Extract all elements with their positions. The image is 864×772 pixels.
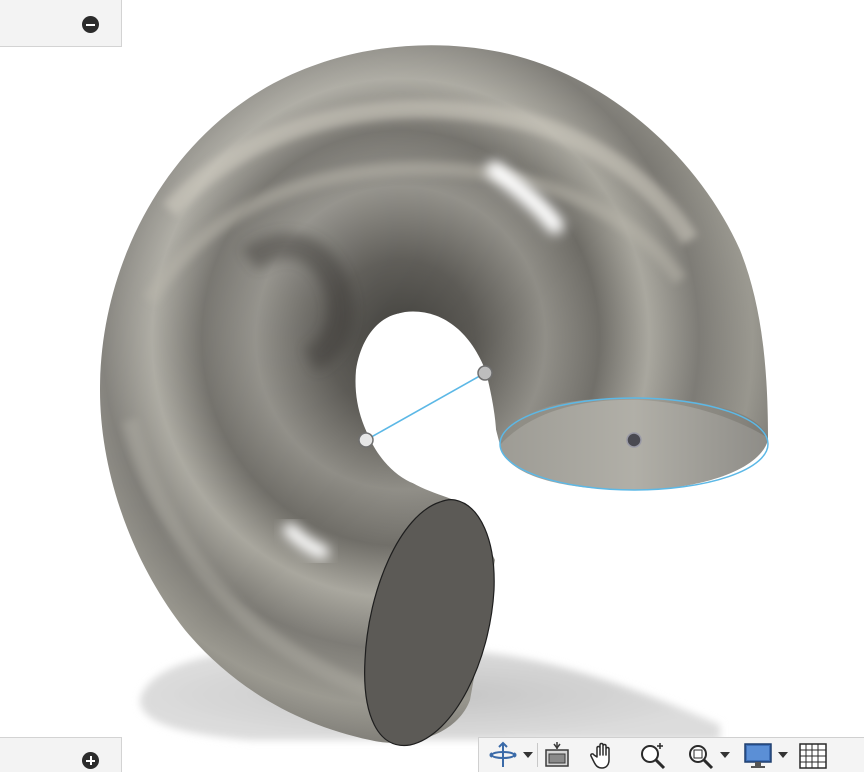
axis-endpoint-upper[interactable] bbox=[477, 365, 493, 381]
zoom-icon bbox=[641, 743, 666, 770]
look-at-tool-button[interactable] bbox=[542, 739, 572, 772]
fit-tool-button[interactable] bbox=[686, 739, 730, 772]
orbit-icon bbox=[489, 741, 517, 767]
display-monitor-icon bbox=[744, 743, 772, 768]
fit-menu-caret[interactable] bbox=[720, 752, 730, 758]
profile-center-point[interactable] bbox=[626, 432, 642, 448]
orbit-menu-caret[interactable] bbox=[523, 752, 533, 758]
grid-settings-button[interactable] bbox=[798, 739, 828, 772]
look-at-icon bbox=[545, 742, 569, 767]
canvas-viewport[interactable] bbox=[0, 0, 864, 772]
top-left-panel bbox=[0, 0, 122, 47]
navigation-toolbar bbox=[478, 737, 864, 772]
orbit-tool-button[interactable] bbox=[487, 739, 533, 772]
pan-tool-button[interactable] bbox=[588, 739, 618, 772]
plus-circle-icon[interactable] bbox=[82, 752, 99, 769]
bottom-left-panel bbox=[0, 737, 122, 772]
display-settings-button[interactable] bbox=[742, 739, 788, 772]
toolbar-separator bbox=[537, 743, 538, 767]
grid-icon bbox=[799, 743, 827, 769]
minus-circle-icon[interactable] bbox=[82, 16, 99, 33]
plus-glyph-v bbox=[89, 756, 92, 765]
zoom-window-icon bbox=[689, 745, 714, 770]
pan-hand-icon bbox=[590, 742, 610, 769]
model-scene[interactable] bbox=[0, 0, 864, 772]
zoom-tool-button[interactable] bbox=[638, 739, 668, 772]
axis-endpoint-lower[interactable] bbox=[358, 432, 374, 448]
minus-glyph bbox=[86, 23, 95, 26]
display-menu-caret[interactable] bbox=[778, 752, 788, 758]
